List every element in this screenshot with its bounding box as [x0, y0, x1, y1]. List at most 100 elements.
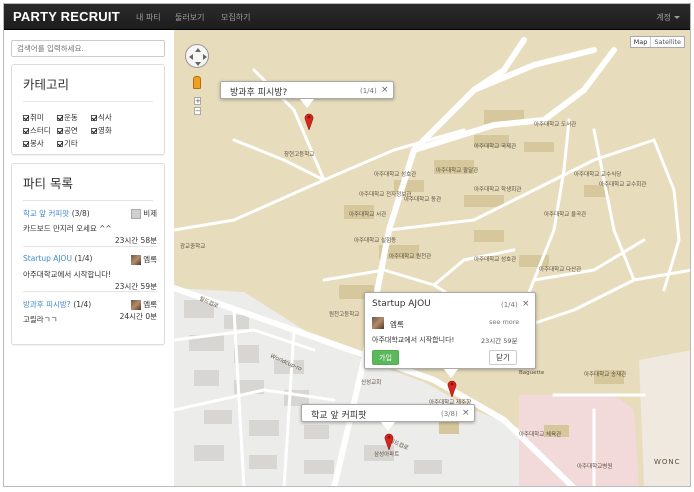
category-meal[interactable]: 식사: [91, 112, 125, 123]
map-label: 아주대학교 체육관: [519, 432, 562, 438]
pan-control[interactable]: [185, 44, 209, 68]
see-more-link[interactable]: see more: [489, 318, 519, 326]
party-count: (3/8): [71, 209, 90, 218]
owner-name: 엠록: [143, 300, 157, 309]
party-time: 23시간 58분: [114, 236, 157, 245]
party-count: (1/4): [73, 300, 92, 309]
infowindow-count: (3/8): [441, 410, 458, 418]
map-marker-icon[interactable]: [447, 379, 457, 397]
nav-my-party[interactable]: 내 파티: [136, 12, 161, 23]
nav-recruit[interactable]: 모집하기: [221, 12, 250, 23]
map-label: 아주대학교 원천관: [389, 254, 432, 260]
checkbox-checked-icon[interactable]: [57, 140, 63, 147]
divider: [23, 291, 157, 292]
infowindow-time: 23시간 59분: [481, 337, 518, 345]
infowindow-title[interactable]: 방과후 피시방?: [230, 85, 287, 98]
map-label: 신성교회: [361, 380, 382, 386]
infowindow-coffee: 학교 앞 커피팟 (3/8) ×: [301, 404, 475, 422]
account-label: 계정: [656, 13, 671, 22]
category-movie[interactable]: 영화: [91, 125, 125, 136]
map-label: 삼성아파트: [374, 452, 400, 458]
pan-arrows-icon: [189, 48, 207, 66]
avatar: [372, 317, 384, 329]
avatar: [131, 254, 142, 265]
infowindow-tail: [381, 422, 395, 431]
map-label: 아주대학교 국제관: [474, 144, 517, 150]
list-item: Startup AJOU (1/4) 엠록 아주대학교에서 시작합니다! 23시…: [23, 254, 157, 291]
map-label: 창현고등학교: [284, 152, 315, 158]
map-marker-icon[interactable]: [384, 432, 394, 450]
map-type-control[interactable]: Map Satellite: [629, 36, 685, 48]
map-label: 아주대학교 서관: [349, 212, 387, 218]
zoom-out-button[interactable]: −: [194, 107, 201, 115]
party-title-link[interactable]: 방과후 피시방?: [23, 300, 71, 309]
map-label: 아주대학교 다산관: [539, 267, 582, 273]
owner-name: 엠록: [143, 255, 157, 264]
party-description: 아주대학교에서 시작합니다!: [23, 270, 112, 279]
category-title: 카테고리: [23, 77, 70, 92]
category-label: 스터디: [30, 126, 51, 135]
category-volunteer[interactable]: 봉사: [23, 138, 57, 149]
map-label: 아주대학교 학생회관: [474, 187, 522, 193]
category-sports[interactable]: 운동: [57, 112, 91, 123]
category-study[interactable]: 스터디: [23, 125, 57, 136]
close-icon[interactable]: ×: [381, 85, 389, 95]
category-label: 식사: [98, 113, 112, 122]
owner-name: 비제: [143, 209, 157, 218]
nav-browse[interactable]: 둘러보기: [175, 12, 204, 23]
app-window: PARTY RECRUIT 내 파티 둘러보기 모집하기 계정 카테고리 취미 …: [3, 3, 691, 487]
navbar: PARTY RECRUIT 내 파티 둘러보기 모집하기 계정: [4, 4, 690, 30]
category-list: 취미 운동 식사 스터디 공연 영화 봉사 기타: [23, 112, 164, 149]
party-owner: 비제: [131, 208, 157, 219]
map-label: 아주대학교 율곡관: [544, 212, 587, 218]
divider: [23, 200, 153, 201]
map-label: 아주대학교 도서관: [534, 122, 577, 128]
party-list-title: 파티 목록: [23, 176, 73, 191]
close-icon[interactable]: ×: [462, 408, 470, 418]
checkbox-checked-icon[interactable]: [91, 114, 97, 121]
map-label: 아주대학교병원: [577, 464, 613, 470]
category-label: 봉사: [30, 139, 44, 148]
brand-logo[interactable]: PARTY RECRUIT: [13, 9, 120, 24]
map-label: WONC: [654, 458, 681, 466]
map-label: 아주대학교 실험동: [354, 238, 397, 244]
infowindow-title[interactable]: Startup AJOU: [372, 299, 431, 309]
category-etc[interactable]: 기타: [57, 138, 91, 149]
checkbox-checked-icon[interactable]: [23, 114, 29, 121]
category-label: 영화: [98, 126, 112, 135]
map-button[interactable]: Map: [631, 37, 651, 47]
zoom-in-button[interactable]: +: [194, 97, 201, 105]
search-input[interactable]: [11, 40, 165, 57]
category-hobby[interactable]: 취미: [23, 112, 57, 123]
infowindow-startup-ajou: Startup AJOU (1/4) × 엠록 see more 아주대학교에서…: [364, 292, 536, 369]
map-label: 원천고등학교: [329, 312, 360, 318]
category-show[interactable]: 공연: [57, 125, 91, 136]
category-label: 기타: [64, 139, 78, 148]
infowindow-title[interactable]: 학교 앞 커피팟: [311, 408, 366, 421]
dismiss-button[interactable]: 닫기: [489, 350, 517, 365]
party-title-link[interactable]: Startup AJOU: [23, 254, 72, 263]
street-view-pegman-icon[interactable]: [193, 76, 201, 89]
map-label: 아주대학교 성호관: [374, 172, 417, 178]
divider: [23, 246, 157, 247]
account-dropdown[interactable]: 계정: [656, 12, 680, 23]
map-marker-icon[interactable]: [304, 112, 314, 130]
category-label: 취미: [30, 113, 44, 122]
map-view[interactable]: 창현고등학교 광교중학교 원천고등학교 신성교회 아주대학교 성호관 아주대학교…: [174, 30, 690, 486]
category-label: 공연: [64, 126, 78, 135]
party-description: 고릴라ㄱㄱ: [23, 315, 58, 324]
checkbox-checked-icon[interactable]: [23, 127, 29, 134]
category-panel: 카테고리 취미 운동 식사 스터디 공연 영화 봉사 기타: [11, 64, 165, 155]
divider: [23, 101, 153, 102]
checkbox-checked-icon[interactable]: [57, 114, 63, 121]
checkbox-checked-icon[interactable]: [23, 140, 29, 147]
join-button[interactable]: 가입: [372, 350, 399, 365]
party-count: (1/4): [74, 254, 93, 263]
caret-down-icon: [674, 16, 680, 19]
checkbox-checked-icon[interactable]: [57, 127, 63, 134]
close-icon[interactable]: ×: [522, 299, 530, 309]
list-item: 학교 앞 커피팟 (3/8) 비제 카드보드 만지러 오세요 ^^ 23시간 5…: [23, 208, 157, 245]
party-title-link[interactable]: 학교 앞 커피팟: [23, 209, 69, 218]
satellite-button[interactable]: Satellite: [650, 37, 684, 47]
checkbox-checked-icon[interactable]: [91, 127, 97, 134]
